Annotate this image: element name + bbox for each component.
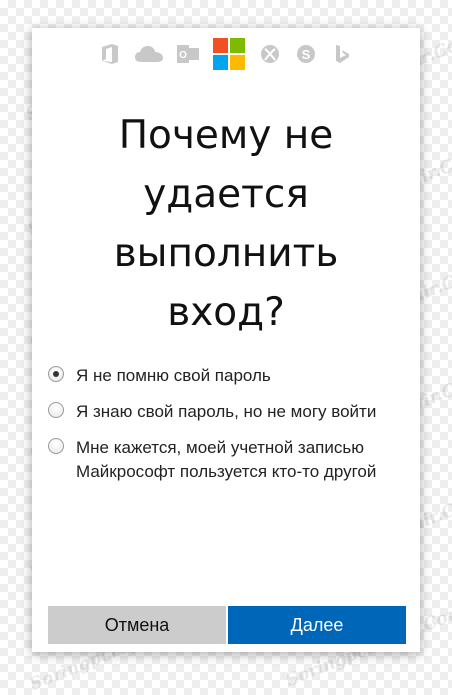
- dialog-buttons: Отмена Далее: [48, 606, 406, 644]
- radio-forgot-password[interactable]: [48, 366, 64, 382]
- radio-account-compromised[interactable]: [48, 438, 64, 454]
- sign-in-help-dialog: O S Почему не удается выполнить вход? Я …: [32, 28, 420, 652]
- next-button[interactable]: Далее: [228, 606, 406, 644]
- svg-text:O: O: [179, 50, 187, 61]
- option-label: Мне кажется, моей учетной записью Майкро…: [76, 438, 377, 481]
- bing-icon: [331, 43, 353, 65]
- dialog-title: Почему не удается выполнить вход?: [113, 113, 339, 335]
- svg-text:S: S: [302, 47, 311, 62]
- option-label: Я не помню свой пароль: [76, 366, 271, 385]
- xbox-icon: [259, 43, 281, 65]
- microsoft-logo: [213, 38, 245, 70]
- outlook-icon: O: [177, 43, 199, 65]
- radio-cant-sign-in[interactable]: [48, 402, 64, 418]
- option-label: Я знаю свой пароль, но не могу войти: [76, 402, 377, 421]
- option-account-compromised[interactable]: Мне кажется, моей учетной записью Майкро…: [48, 436, 406, 484]
- cancel-button[interactable]: Отмена: [48, 606, 226, 644]
- option-cant-sign-in[interactable]: Я знаю свой пароль, но не могу войти: [48, 400, 406, 424]
- option-forgot-password[interactable]: Я не помню свой пароль: [48, 364, 406, 388]
- skype-icon: S: [295, 43, 317, 65]
- office-icon: [99, 43, 121, 65]
- microsoft-services-icon-row: O S: [32, 36, 420, 72]
- onedrive-icon: [135, 43, 163, 65]
- reason-options: Я не помню свой пароль Я знаю свой парол…: [48, 364, 406, 496]
